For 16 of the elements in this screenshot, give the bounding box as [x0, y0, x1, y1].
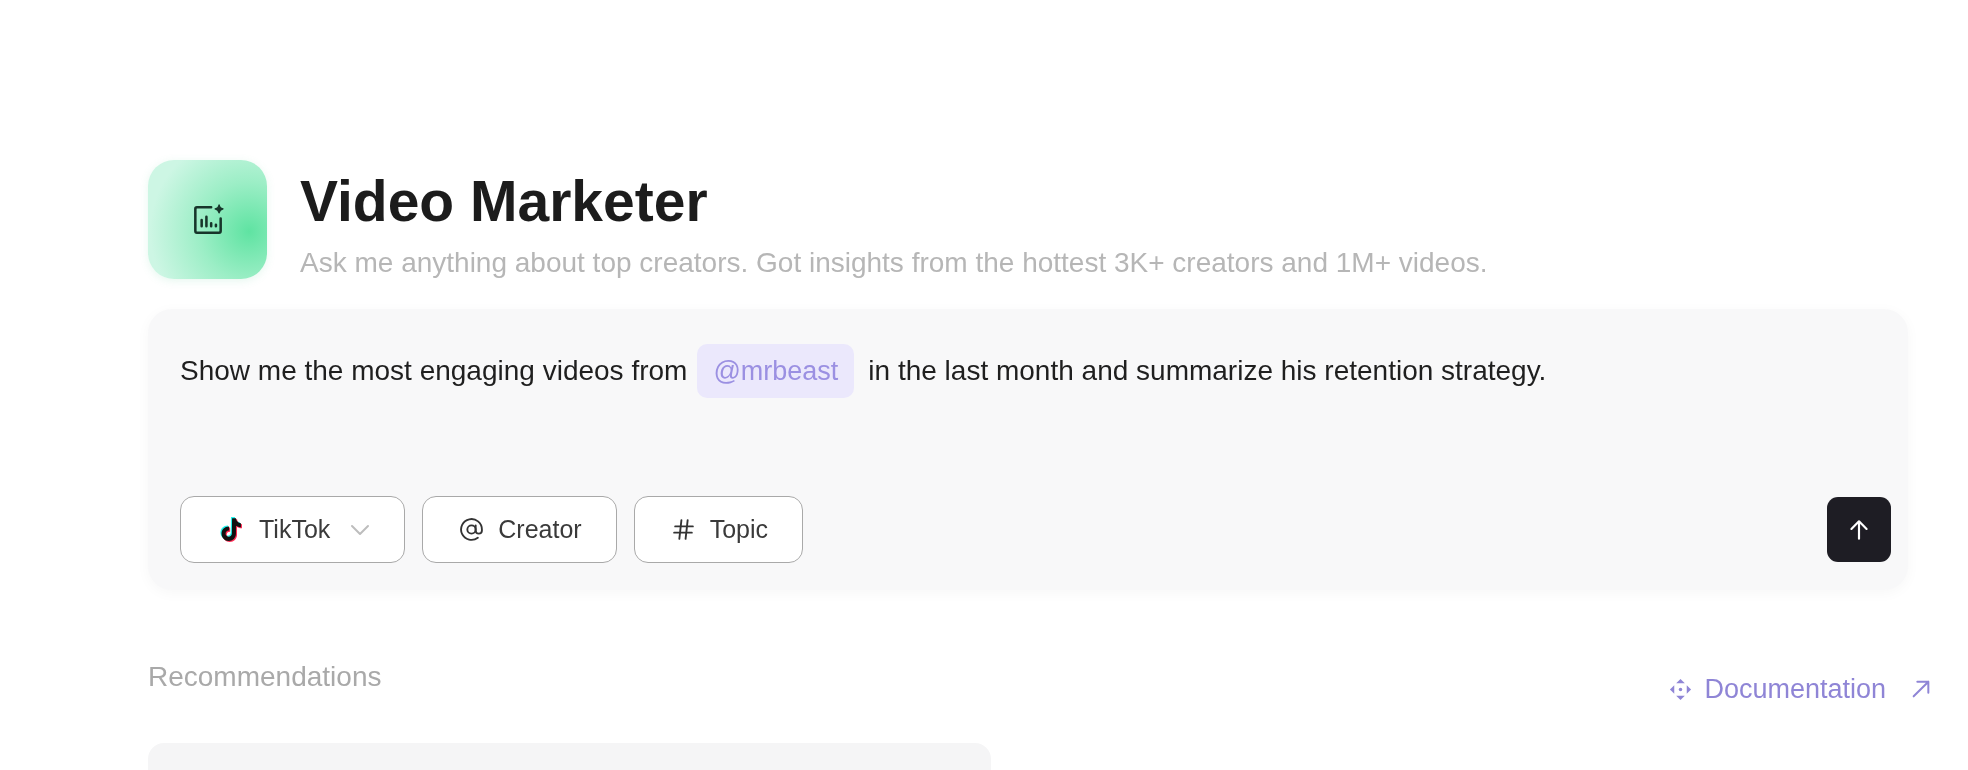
filter-button[interactable]: TikTok — [180, 496, 406, 563]
arrow-up-right-icon — [1910, 678, 1932, 700]
assistant-subtitle: Ask me anything about top creators. Got insights from the hottest 3K+ creators and 1M+ videos. — [300, 246, 1488, 280]
move-arrows-icon — [1669, 677, 1693, 701]
send-button[interactable] — [1827, 497, 1891, 562]
assistant-title: Video Marketer — [300, 169, 709, 233]
music-note-icon — [217, 515, 245, 544]
prompt-text: in the last month and summarize his retention strategy. — [868, 354, 1547, 388]
filter-button[interactable]: Creator — [422, 496, 617, 563]
prompt-input[interactable]: Show me the most engaging videos from @mrbeast in the last month and summarize his retention strategy. TikTok Creator Topic — [148, 309, 1908, 590]
chart-sparkle-icon — [148, 160, 267, 279]
at-sign-icon — [459, 517, 485, 542]
prompt-text: Show me the most engaging videos from — [180, 354, 688, 388]
filter-button[interactable]: Topic — [633, 496, 804, 563]
recommendations-heading: Recommendations — [148, 660, 382, 694]
hash-icon — [670, 517, 696, 542]
